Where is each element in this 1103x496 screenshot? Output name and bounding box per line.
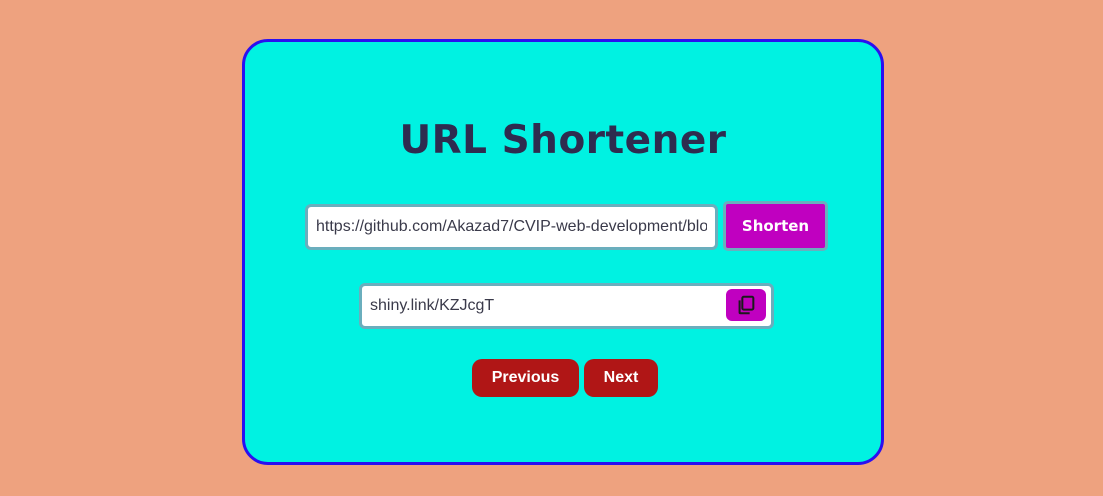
shorten-button[interactable]: Shorten xyxy=(723,201,828,251)
url-shortener-card: URL Shortener Shorten shiny.link/KZJcgT … xyxy=(242,39,884,465)
page-title: URL Shortener xyxy=(399,118,727,163)
previous-button[interactable]: Previous xyxy=(472,359,579,397)
next-button[interactable]: Next xyxy=(584,359,658,397)
copy-icon xyxy=(738,295,755,315)
short-url-text: shiny.link/KZJcgT xyxy=(370,297,495,314)
copy-button[interactable] xyxy=(726,289,766,321)
short-url-field: shiny.link/KZJcgT xyxy=(359,283,774,329)
long-url-input[interactable] xyxy=(305,204,718,250)
